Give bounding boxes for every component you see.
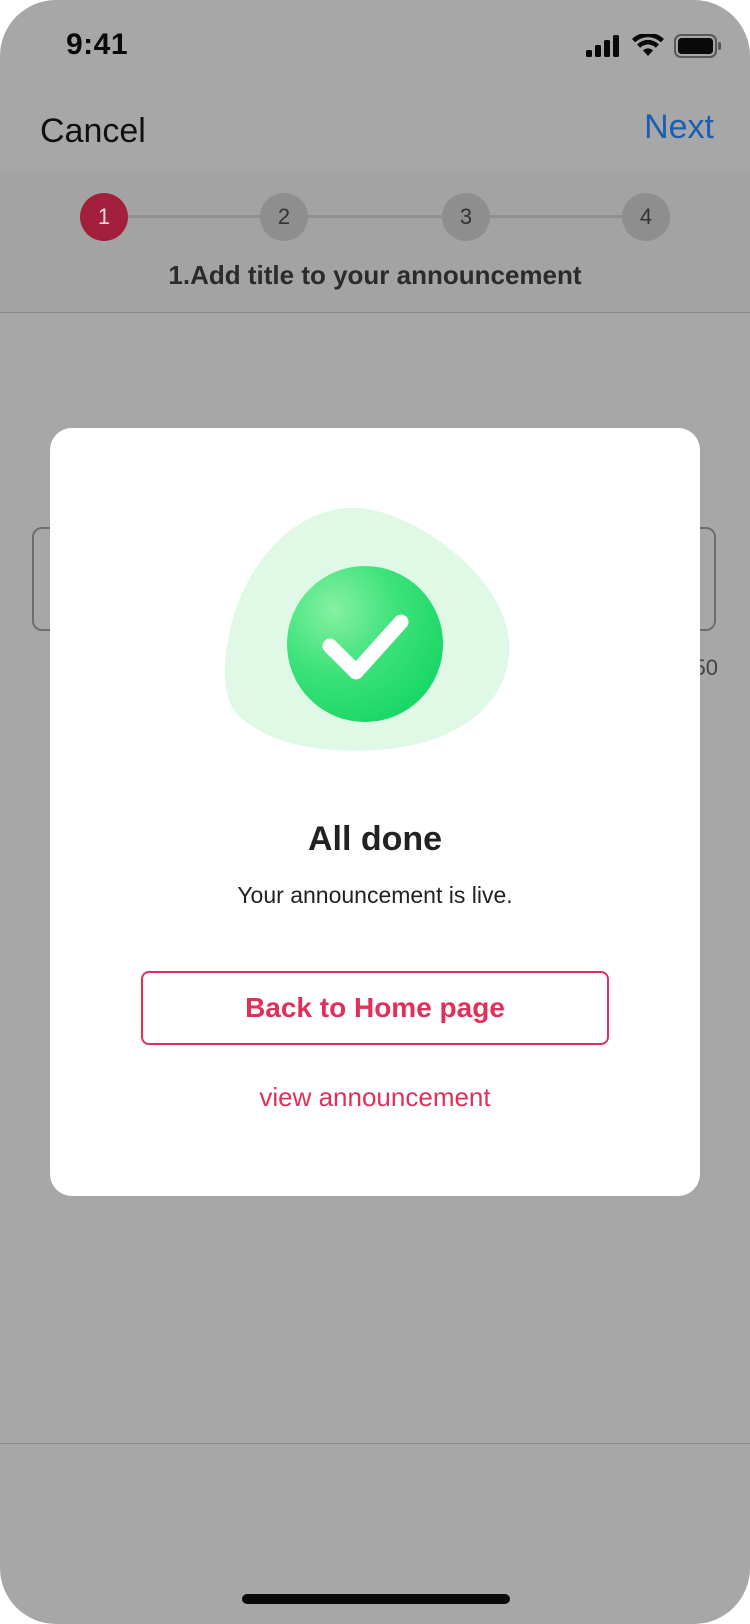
status-bar: 9:41: [0, 0, 750, 90]
step-connector: [490, 215, 622, 218]
status-time: 9:41: [66, 28, 129, 61]
next-button[interactable]: Next: [644, 108, 714, 147]
step-connector: [128, 215, 260, 218]
home-indicator: [242, 1594, 510, 1604]
cancel-button[interactable]: Cancel: [40, 112, 146, 151]
step-3[interactable]: 3: [442, 193, 490, 241]
step-1[interactable]: 1: [80, 193, 128, 241]
wifi-icon: [632, 34, 664, 56]
dialog-title: All done: [307, 820, 443, 858]
view-announcement-link[interactable]: view announcement: [50, 1082, 700, 1113]
phone-screen: 9:41 Cancel Next 1 2 3 4 1.Add title to …: [0, 0, 750, 1624]
status-icons: [586, 34, 722, 58]
step-2[interactable]: 2: [260, 193, 308, 241]
back-to-home-button[interactable]: Back to Home page: [141, 971, 609, 1045]
step-caption: 1.Add title to your announcement: [168, 260, 582, 290]
dialog-message: Your announcement is live.: [237, 882, 513, 908]
progress-stepper: 1 2 3 4 1.Add title to your announcement: [0, 172, 750, 313]
battery-icon: [674, 34, 721, 58]
step-4[interactable]: 4: [622, 193, 670, 241]
bottom-divider: [0, 1443, 750, 1444]
step-connector: [308, 215, 442, 218]
success-dialog: All done Your announcement is live. Back…: [50, 428, 700, 1196]
success-check-icon: [225, 507, 510, 751]
navigation-bar: Cancel Next: [0, 90, 750, 172]
cellular-signal-icon: [586, 35, 619, 57]
